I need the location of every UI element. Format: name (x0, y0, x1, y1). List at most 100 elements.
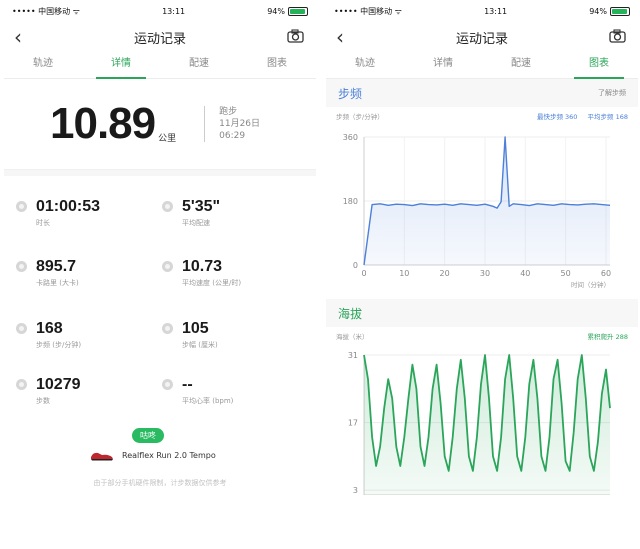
stat-calories: 895.7 卡路里 (大卡) (16, 258, 79, 288)
camera-icon[interactable] (287, 29, 304, 47)
stat-value: 10.73 (182, 258, 223, 275)
clock: 13:11 (484, 6, 508, 16)
stat-value: 5'35" (182, 198, 221, 215)
learn-cadence-link[interactable]: 了解步频 (598, 88, 626, 98)
clock: 13:11 (162, 6, 186, 16)
camera-icon[interactable] (609, 29, 626, 47)
stat-value: 895.7 (36, 258, 77, 275)
brand-badge[interactable]: 咕咚 (132, 428, 164, 443)
tab-bar: 轨迹 详情 配速 图表 (326, 52, 638, 79)
tab-pace[interactable]: 配速 (160, 52, 238, 78)
run-meta: 跑步 11月26日 06:29 (204, 106, 260, 142)
battery-percent: 94% (267, 6, 285, 16)
stat-label: 卡路里 (大卡) (36, 279, 79, 287)
altitude-unit-label: 海拔（米） (336, 333, 369, 341)
stat-label: 时长 (36, 219, 50, 227)
stat-value: 01:00:53 (36, 198, 101, 215)
shoe-icon (91, 452, 113, 461)
altitude-chart-header: 海拔（米） 累积爬升 288 (326, 327, 638, 345)
distance-value: 10.89 (50, 99, 156, 148)
y-tick-label: 17 (348, 419, 358, 428)
carrier-label: ••••• 中国移动 ᯤ (12, 6, 80, 16)
shoe-name: Realflex Run 2.0 Tempo (122, 451, 216, 460)
page-title: 运动记录 (133, 31, 186, 47)
battery-icon (287, 6, 308, 16)
tab-track[interactable]: 轨迹 (4, 52, 82, 78)
stat-label: 平均配速 (182, 219, 210, 227)
elevation-gain-label: 累积爬升 288 (587, 333, 628, 341)
cadence-chart-header: 步频（步/分钟） 最快步频 360 平均步频 168 (326, 107, 638, 125)
y-tick-label: 180 (343, 197, 358, 206)
stat-duration: 01:00:53 时长 (16, 198, 100, 228)
tab-charts[interactable]: 图表 (560, 52, 638, 79)
stats-grid: 01:00:53 时长 5'35" 平均配速 895.7 卡路里 (大卡) 10.73… (4, 176, 316, 416)
nav-bar: ‹ 运动记录 (4, 22, 316, 52)
y-tick-label: 360 (343, 133, 358, 142)
steps-icon (16, 379, 27, 390)
stat-label: 步频 (步/分钟) (36, 341, 82, 349)
status-bar: ••••• 中国移动 ᯤ 13:11 94% (4, 0, 316, 22)
shoe-info[interactable]: Realflex Run 2.0 Tempo (90, 450, 216, 461)
avg-cadence-label: 平均步频 168 (587, 113, 628, 121)
altitude-section-header: 海拔 (326, 299, 638, 327)
y-tick-label: 0 (353, 261, 358, 270)
x-tick-label: 0 (361, 269, 366, 278)
stat-avg-speed: 10.73 平均速度 (公里/时) (162, 258, 241, 288)
detail-screen: ••••• 中国移动 ᯤ 13:11 94% ‹ 运动记录 轨迹 详情 配速 图… (4, 0, 316, 549)
battery-icon (609, 6, 630, 16)
back-icon[interactable]: ‹ (14, 25, 22, 49)
x-tick-label: 50 (561, 269, 571, 278)
tab-track[interactable]: 轨迹 (326, 52, 404, 78)
clock-icon (16, 201, 27, 212)
run-time: 06:29 (219, 131, 246, 141)
tab-charts[interactable]: 图表 (238, 52, 316, 78)
x-tick-label: 40 (520, 269, 530, 278)
tab-pace[interactable]: 配速 (482, 52, 560, 78)
stat-heart-rate: -- 平均心率 (bpm) (162, 376, 233, 406)
nav-bar: ‹ 运动记录 (326, 22, 638, 52)
page-title: 运动记录 (455, 31, 508, 47)
stat-label: 平均心率 (bpm) (182, 397, 234, 405)
battery-percent: 94% (589, 6, 607, 16)
altitude-title: 海拔 (338, 306, 363, 321)
tab-details[interactable]: 详情 (82, 52, 160, 79)
cadence-unit-label: 步频（步/分钟） (336, 113, 384, 121)
activity-type: 跑步 (219, 107, 238, 117)
x-tick-label: 20 (440, 269, 450, 278)
back-icon[interactable]: ‹ (336, 25, 344, 49)
stat-avg-pace: 5'35" 平均配速 (162, 198, 220, 228)
stride-icon (162, 323, 173, 334)
disclaimer-text: 由于部分手机硬件限制，计步数据仅供参考 (93, 479, 227, 487)
altitude-chart: 3 17 31 (348, 351, 611, 496)
cadence-chart: 0 180 360 0 10 20 30 40 50 60 时间（分钟） (343, 133, 611, 289)
distance-unit: 公里 (158, 133, 177, 144)
status-bar: ••••• 中国移动 ᯤ 13:11 94% (326, 0, 638, 22)
cadence-title: 步频 (338, 86, 363, 101)
run-date: 11月26日 (219, 119, 261, 129)
stat-value: 105 (182, 320, 209, 337)
distance-summary: 10.89 公里 跑步 11月26日 06:29 (4, 79, 316, 170)
y-tick-label: 3 (353, 486, 358, 495)
speed-icon (162, 261, 173, 272)
max-cadence-label: 最快步频 360 (536, 113, 578, 121)
stat-label: 步幅 (厘米) (182, 341, 218, 349)
stat-label: 步数 (36, 397, 50, 405)
x-axis-label: 时间（分钟） (571, 280, 610, 289)
x-tick-label: 30 (480, 269, 490, 278)
heart-rate-icon (162, 379, 173, 390)
tab-bar: 轨迹 详情 配速 图表 (4, 52, 316, 79)
cadence-icon (16, 323, 27, 334)
stat-cadence: 168 步频 (步/分钟) (16, 320, 81, 350)
charts-screen: ••••• 中国移动 ᯤ 13:11 94% ‹ 运动记录 轨迹 详情 配速 图… (326, 0, 638, 549)
pace-icon (162, 201, 173, 212)
y-tick-label: 31 (348, 351, 358, 360)
x-tick-label: 10 (399, 269, 409, 278)
stat-steps: 10279 步数 (16, 376, 81, 406)
tab-details[interactable]: 详情 (404, 52, 482, 78)
cadence-section-header: 步频 了解步频 (326, 79, 638, 107)
stat-label: 平均速度 (公里/时) (182, 279, 242, 287)
stat-value: 168 (36, 320, 63, 337)
stat-stride: 105 步幅 (厘米) (162, 320, 218, 350)
stat-value: 10279 (36, 376, 81, 393)
stat-value: -- (182, 376, 193, 393)
